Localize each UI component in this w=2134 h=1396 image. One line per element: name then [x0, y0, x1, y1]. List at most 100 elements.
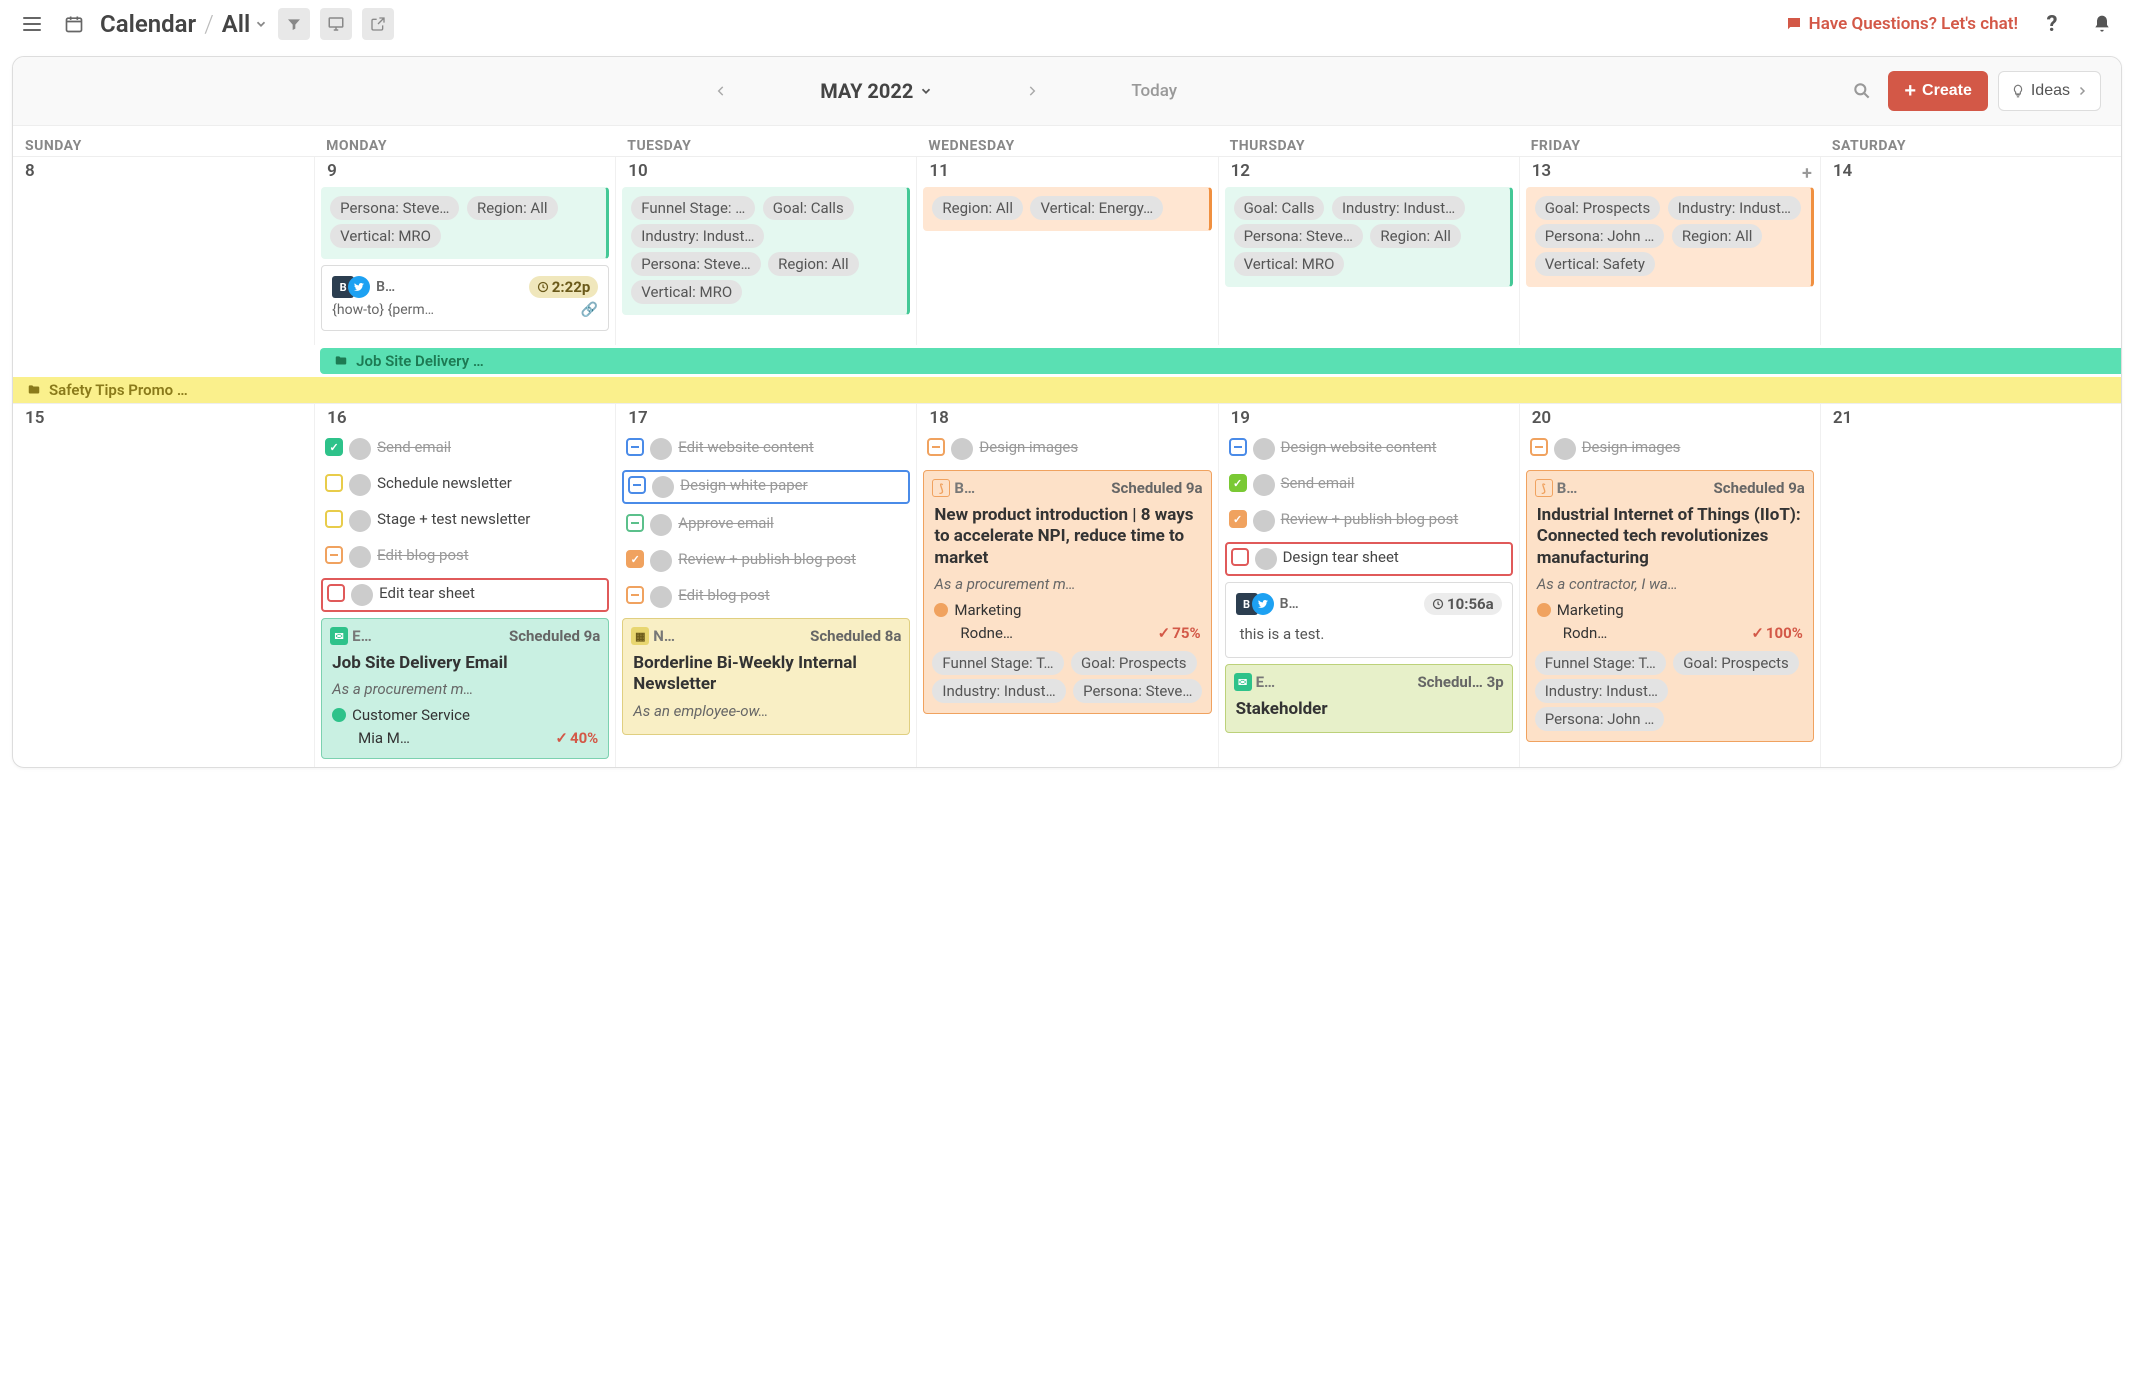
event-card[interactable]: Region: All Vertical: Energy…: [923, 187, 1211, 231]
day-sun: [13, 185, 314, 345]
prev-month[interactable]: [702, 77, 740, 105]
plus-icon: +: [1904, 81, 1916, 101]
date-cell[interactable]: 11: [916, 157, 1217, 185]
day-thu: Goal: Calls Industry: Indust… Persona: S…: [1218, 185, 1519, 345]
display-button[interactable]: [320, 8, 352, 40]
create-button[interactable]: +Create: [1888, 71, 1988, 111]
header-actions: +Create Ideas: [1846, 71, 2101, 111]
date-cell[interactable]: 16: [314, 404, 615, 432]
date-cell[interactable]: 17: [615, 404, 916, 432]
tag: Funnel Stage: T…: [932, 651, 1063, 675]
date-cell[interactable]: 13+: [1519, 157, 1820, 185]
card-title: Job Site Delivery Email: [328, 651, 602, 678]
category: Marketing: [954, 601, 1021, 619]
share-icon: [370, 16, 386, 32]
help-button[interactable]: ?: [2036, 8, 2068, 40]
folder-icon: [334, 354, 348, 368]
event-card[interactable]: Goal: Prospects Industry: Indust… Person…: [1526, 187, 1814, 287]
jobsite-card[interactable]: ✉E…Scheduled 9a Job Site Delivery Email …: [321, 618, 609, 759]
tag: Goal: Calls: [763, 196, 854, 220]
view-selector[interactable]: All: [222, 10, 269, 38]
category: Marketing: [1557, 601, 1624, 619]
month-nav: MAY 2022 Today: [33, 77, 1846, 105]
task-approve-email[interactable]: Approve email: [622, 510, 910, 540]
owner: Rodn…: [1563, 624, 1608, 642]
date-cell[interactable]: 19: [1218, 404, 1519, 432]
task-edit-website[interactable]: Edit website content: [622, 434, 910, 464]
lightbulb-icon: [2011, 83, 2025, 99]
date-cell[interactable]: 10: [615, 157, 916, 185]
calendar-container: MAY 2022 Today +Create Ideas SUNDAY MOND…: [12, 56, 2122, 768]
date-cell[interactable]: 14: [1820, 157, 2121, 185]
date-cell[interactable]: 20: [1519, 404, 1820, 432]
social-card[interactable]: B B… 2:22p {how-to} {perm…🔗: [321, 265, 609, 331]
week-grid: ✓Send email Schedule newsletter Stage + …: [13, 432, 2121, 767]
questions-link[interactable]: Have Questions? Let's chat!: [1785, 14, 2018, 34]
date-cell[interactable]: 8: [13, 157, 314, 185]
day-header: THURSDAY: [1218, 126, 1519, 156]
task-send-email2[interactable]: ✓Send email: [1225, 470, 1513, 500]
npi-card[interactable]: ⟆B…Scheduled 9a New product introduction…: [923, 470, 1211, 714]
search-icon: [1852, 81, 1872, 101]
task-design-white[interactable]: Design white paper: [622, 470, 910, 504]
category-dot: [934, 603, 948, 617]
social-label: B…: [376, 279, 523, 295]
category: Customer Service: [352, 706, 470, 724]
task-stage-test[interactable]: Stage + test newsletter: [321, 506, 609, 536]
hamburger-icon: [23, 17, 41, 31]
task-design-images[interactable]: Design images: [923, 434, 1211, 464]
borderline-card[interactable]: ▦N…Scheduled 8a Borderline Bi-Weekly Int…: [622, 618, 910, 735]
task-review-publish[interactable]: ✓Review + publish blog post: [622, 546, 910, 576]
topbar: Calendar / All Have Questions? Let's cha…: [0, 0, 2134, 48]
date-cell[interactable]: 12: [1218, 157, 1519, 185]
notifications-button[interactable]: [2086, 8, 2118, 40]
card-sub: As a procurement m…: [930, 573, 1204, 599]
date-cell[interactable]: 18: [916, 404, 1217, 432]
clock-icon: [1432, 598, 1444, 610]
next-month[interactable]: [1013, 77, 1051, 105]
task-send-email[interactable]: ✓Send email: [321, 434, 609, 464]
search-button[interactable]: [1846, 75, 1878, 107]
stakeholder-card[interactable]: ✉E…Schedul… 3p Stakeholder: [1225, 664, 1513, 733]
task-schedule-newsletter[interactable]: Schedule newsletter: [321, 470, 609, 500]
task-review-publish2[interactable]: ✓Review + publish blog post: [1225, 506, 1513, 536]
day-header: SATURDAY: [1820, 126, 2121, 156]
owner: Rodne…: [960, 624, 1013, 642]
filter-button[interactable]: [278, 8, 310, 40]
task-edit-blog2[interactable]: Edit blog post: [622, 582, 910, 612]
today-button[interactable]: Today: [1131, 81, 1177, 101]
tag: Industry: Indust…: [631, 224, 764, 248]
menu-button[interactable]: [16, 8, 48, 40]
date-row: 15 16 17 18 19 20 21: [13, 403, 2121, 432]
date-cell[interactable]: 21: [1820, 404, 2121, 432]
category-dot: [1537, 603, 1551, 617]
tag: Vertical: Energy…: [1030, 196, 1163, 220]
task-design-tear[interactable]: Design tear sheet: [1225, 542, 1513, 576]
event-card[interactable]: Funnel Stage: … Goal: Calls Industry: In…: [622, 187, 910, 315]
date-cell[interactable]: 9: [314, 157, 615, 185]
ideas-button[interactable]: Ideas: [1998, 71, 2101, 111]
share-button[interactable]: [362, 8, 394, 40]
link-icon: 🔗: [581, 302, 598, 318]
date-cell[interactable]: 15: [13, 404, 314, 432]
band-jobsite[interactable]: Job Site Delivery …: [320, 348, 2121, 374]
task-design-website[interactable]: Design website content: [1225, 434, 1513, 464]
iiot-card[interactable]: ⟆B…Scheduled 9a Industrial Internet of T…: [1526, 470, 1814, 742]
day-thu2: Design website content ✓Send email ✓Revi…: [1218, 432, 1519, 767]
social-text: this is a test.: [1232, 619, 1506, 649]
month-label[interactable]: MAY 2022: [820, 79, 933, 103]
social-card2[interactable]: B B… 10:56a this is a test.: [1225, 582, 1513, 658]
add-item-button[interactable]: +: [1802, 163, 1812, 184]
task-edit-tear[interactable]: Edit tear sheet: [321, 578, 609, 612]
task-design-images2[interactable]: Design images: [1526, 434, 1814, 464]
day-tue: Funnel Stage: … Goal: Calls Industry: In…: [615, 185, 916, 345]
tag: Persona: Steve…: [330, 196, 459, 220]
band-safety[interactable]: Safety Tips Promo …: [13, 377, 2121, 403]
calendar-header: MAY 2022 Today +Create Ideas: [13, 57, 2121, 126]
chevron-right-icon: [2076, 85, 2088, 97]
event-card[interactable]: Persona: Steve… Region: All Vertical: MR…: [321, 187, 609, 259]
event-card[interactable]: Goal: Calls Industry: Indust… Persona: S…: [1225, 187, 1513, 287]
task-edit-blog[interactable]: Edit blog post: [321, 542, 609, 572]
calendar-icon-btn[interactable]: [58, 8, 90, 40]
day-mon: Persona: Steve… Region: All Vertical: MR…: [314, 185, 615, 345]
